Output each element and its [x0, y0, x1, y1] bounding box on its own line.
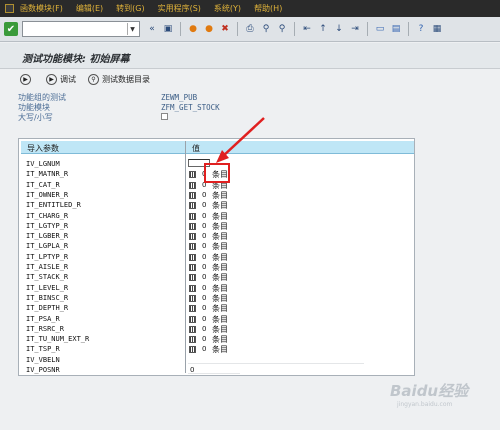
watermark-url: jingyan.baidu.com: [397, 401, 453, 408]
annotation-arrow: [216, 117, 265, 163]
watermark-logo: Baidu经验: [390, 382, 469, 400]
